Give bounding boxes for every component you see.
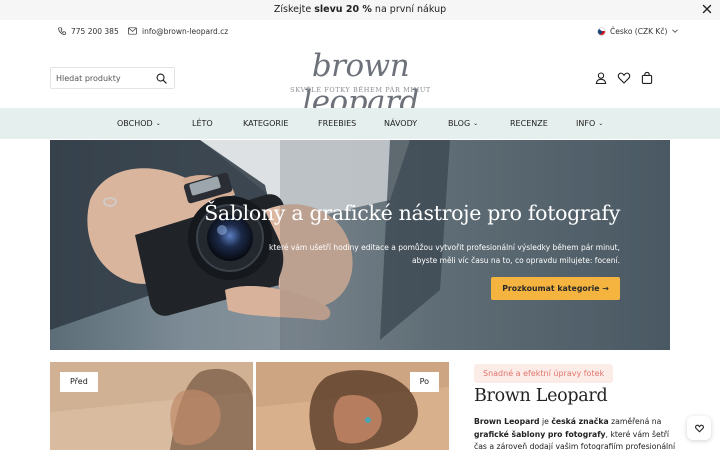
hero-subtitle-line2: abyste měli víc času na to, co opravdu m… bbox=[412, 256, 620, 265]
nav-item-label: INFO bbox=[576, 119, 596, 128]
mail-icon bbox=[128, 27, 137, 35]
promo-bar: Získejte slevu 20 % na první nákup bbox=[0, 0, 720, 20]
user-icon[interactable] bbox=[594, 71, 608, 85]
logo-tagline: SKVĚLÉ FOTKY BĚHEM PÁR MINUT bbox=[290, 86, 431, 94]
brand-name: Brown Leopard bbox=[474, 417, 540, 426]
main-nav: OBCHOD ⌄ LÉTO KATEGORIE FREEBIES NÁVODY B… bbox=[0, 108, 720, 139]
heart-icon[interactable] bbox=[617, 71, 631, 85]
hero-banner: Šablony a grafické nástroje pro fotograf… bbox=[50, 140, 670, 350]
phone-link[interactable]: 775 200 385 bbox=[58, 25, 119, 37]
nav-item-recenze[interactable]: RECENZE bbox=[510, 108, 548, 139]
after-label: Po bbox=[409, 372, 439, 392]
chat-heart-icon bbox=[694, 424, 704, 432]
chevron-down-icon: ⌄ bbox=[155, 120, 161, 127]
templates-text: grafické šablony pro fotografy bbox=[474, 429, 606, 439]
nav-item-label: LÉTO bbox=[192, 119, 213, 128]
nav-item-label: NÁVODY bbox=[384, 119, 418, 128]
nav-item-label: RECENZE bbox=[510, 119, 548, 128]
search-icon[interactable] bbox=[156, 73, 167, 84]
explore-categories-button[interactable]: Prozkoumat kategorie → bbox=[491, 277, 620, 300]
email-link[interactable]: info@brown-leopard.cz bbox=[128, 25, 228, 37]
chevron-down-icon bbox=[672, 29, 679, 33]
intro-paragraph: Brown Leopard je česká značka zaměřená n… bbox=[474, 416, 684, 450]
bag-icon[interactable] bbox=[640, 71, 654, 85]
hero-subtitle-line1: které vám ušetří hodiny editace a pomůžo… bbox=[269, 243, 620, 252]
email-address: info@brown-leopard.cz bbox=[142, 26, 229, 36]
nav-item-freebies[interactable]: FREEBIES bbox=[318, 108, 356, 139]
promo-discount: slevu 20 % bbox=[314, 4, 372, 15]
search-box bbox=[50, 67, 175, 89]
after-photo: Po bbox=[256, 362, 449, 450]
close-icon[interactable] bbox=[700, 2, 714, 16]
nav-item-blog[interactable]: BLOG ⌄ bbox=[448, 108, 478, 139]
feature-badge: Snadné a efektní úpravy fotek bbox=[474, 364, 614, 383]
nav-item-leto[interactable]: LÉTO bbox=[192, 108, 213, 139]
nav-item-kategorie[interactable]: KATEGORIE bbox=[243, 108, 288, 139]
chat-widget-button[interactable] bbox=[687, 416, 711, 440]
promo-suffix: na první nákup bbox=[374, 4, 447, 15]
before-photo: Před bbox=[50, 362, 253, 450]
brand-logo[interactable]: brown leopard SKVĚLÉ FOTKY BĚHEM PÁR MIN… bbox=[278, 48, 443, 120]
nav-item-obchod[interactable]: OBCHOD ⌄ bbox=[117, 108, 161, 139]
czech-flag-icon bbox=[597, 26, 606, 36]
czech-brand-text: česká značka bbox=[551, 417, 609, 426]
intro-text-1: je bbox=[539, 417, 552, 426]
locale-label: Česko (CZK Kč) bbox=[610, 26, 668, 36]
chevron-down-icon: ⌄ bbox=[473, 120, 479, 127]
nav-item-label: BLOG bbox=[448, 119, 471, 128]
nav-item-info[interactable]: INFO ⌄ bbox=[576, 108, 603, 139]
nav-item-label: FREEBIES bbox=[318, 119, 357, 128]
nav-item-label: OBCHOD bbox=[117, 119, 153, 128]
nav-item-label: KATEGORIE bbox=[243, 119, 289, 128]
before-label: Před bbox=[60, 372, 98, 392]
promo-prefix: Získejte bbox=[273, 4, 312, 15]
section-title: Brown Leopard bbox=[474, 386, 608, 406]
phone-number: 775 200 385 bbox=[71, 26, 119, 36]
intro-text-2: zaměřená na bbox=[608, 417, 662, 426]
hero-title: Šablony a grafické nástroje pro fotograf… bbox=[204, 201, 620, 225]
promo-text: Získejte slevu 20 % na první nákup bbox=[0, 4, 720, 15]
search-input[interactable] bbox=[56, 71, 151, 86]
nav-item-navody[interactable]: NÁVODY bbox=[384, 108, 417, 139]
locale-selector[interactable]: Česko (CZK Kč) bbox=[597, 25, 679, 37]
phone-icon bbox=[58, 27, 66, 35]
chevron-down-icon: ⌄ bbox=[598, 120, 604, 127]
